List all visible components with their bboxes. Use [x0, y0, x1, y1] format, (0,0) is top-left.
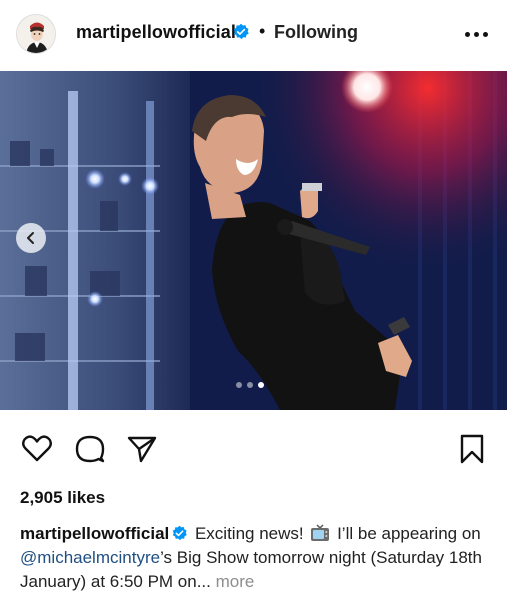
header-separator: •	[259, 21, 266, 41]
verified-badge-icon	[232, 23, 250, 41]
caption-text-1: Exciting news!	[190, 524, 309, 543]
chevron-left-icon[interactable]	[16, 223, 46, 253]
bookmark-icon[interactable]	[455, 432, 489, 466]
caption-mention-link[interactable]: @michaelmcintyre	[20, 548, 160, 567]
caption-username[interactable]: martipellowofficial	[20, 524, 169, 543]
caption-text-2: I’ll be appearing on	[332, 524, 481, 543]
carousel-dot	[236, 382, 242, 388]
carousel-dot	[247, 382, 253, 388]
verified-badge-icon	[171, 525, 188, 542]
caption-more-link[interactable]: more	[211, 572, 255, 591]
post-header: martipellowofficial • Following	[0, 0, 507, 70]
post-image[interactable]	[0, 71, 507, 410]
following-button[interactable]: Following	[274, 22, 358, 43]
carousel-indicator	[236, 382, 264, 388]
television-emoji-icon	[310, 524, 330, 542]
post-caption: martipellowofficial Exciting news! I’ll …	[20, 522, 495, 594]
action-bar	[0, 430, 507, 470]
heart-icon[interactable]	[20, 432, 54, 466]
share-icon[interactable]	[125, 432, 159, 466]
carousel-dot-active	[258, 382, 264, 388]
post-username[interactable]: martipellowofficial	[76, 22, 236, 43]
more-options-icon[interactable]	[462, 24, 490, 44]
comment-icon[interactable]	[73, 432, 107, 466]
likes-count[interactable]: 2,905 likes	[20, 488, 105, 508]
avatar[interactable]	[16, 14, 56, 54]
